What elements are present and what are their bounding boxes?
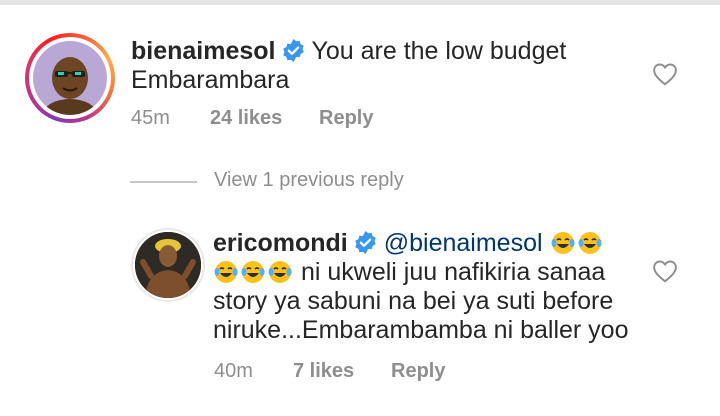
username[interactable]: ericomondi [213,229,348,257]
view-previous-label[interactable]: View 1 previous reply [214,169,404,192]
avatar-photo-person-icon [135,232,201,298]
laughing-tears-emoji-icon [241,261,265,283]
comment-body-line4: niruke...Embarambamba ni baller yoo [213,316,629,344]
likes-count[interactable]: 24 likes [210,107,282,130]
laughing-tears-emoji-icon [214,261,238,283]
reply-button[interactable]: Reply [319,107,373,130]
story-ring-avatar[interactable] [25,33,115,123]
avatar-cartoon-sunglasses-icon [33,41,107,115]
comment-meta: 45m 24 likes Reply [131,107,431,131]
laughing-tears-emoji-icon [268,261,292,283]
comment-body-line2: Embarambara [131,66,290,94]
divider-line [130,181,197,183]
comment-meta: 40m 7 likes Reply [214,360,514,384]
comment-text: ericomondi @bienaimesol ni ukweli juu naf… [213,229,643,345]
laughing-tears-emoji-icon [551,232,574,254]
heart-outline-icon[interactable] [652,62,678,86]
verified-badge-icon [355,231,376,254]
likes-count[interactable]: 7 likes [293,360,354,383]
timestamp: 40m [214,360,253,382]
comment-body-line2: ni ukweli juu nafikiria sanaa [300,258,606,286]
username[interactable]: bienaimesol [131,37,276,65]
avatar[interactable] [133,230,203,300]
comment-body-line3: story ya sabuni na bei ya suti before [213,287,614,315]
timestamp: 45m [131,107,170,129]
mention-link[interactable]: @bienaimesol [384,229,543,257]
comment-text: bienaimesol You are the low budget Embara… [131,37,651,95]
top-divider [0,0,720,5]
verified-badge-icon [282,39,304,62]
laughing-tears-emoji-icon [578,232,601,254]
reply-button[interactable]: Reply [391,360,445,383]
heart-outline-icon[interactable] [652,259,678,283]
comment-body-line1: You are the low budget [311,37,567,65]
